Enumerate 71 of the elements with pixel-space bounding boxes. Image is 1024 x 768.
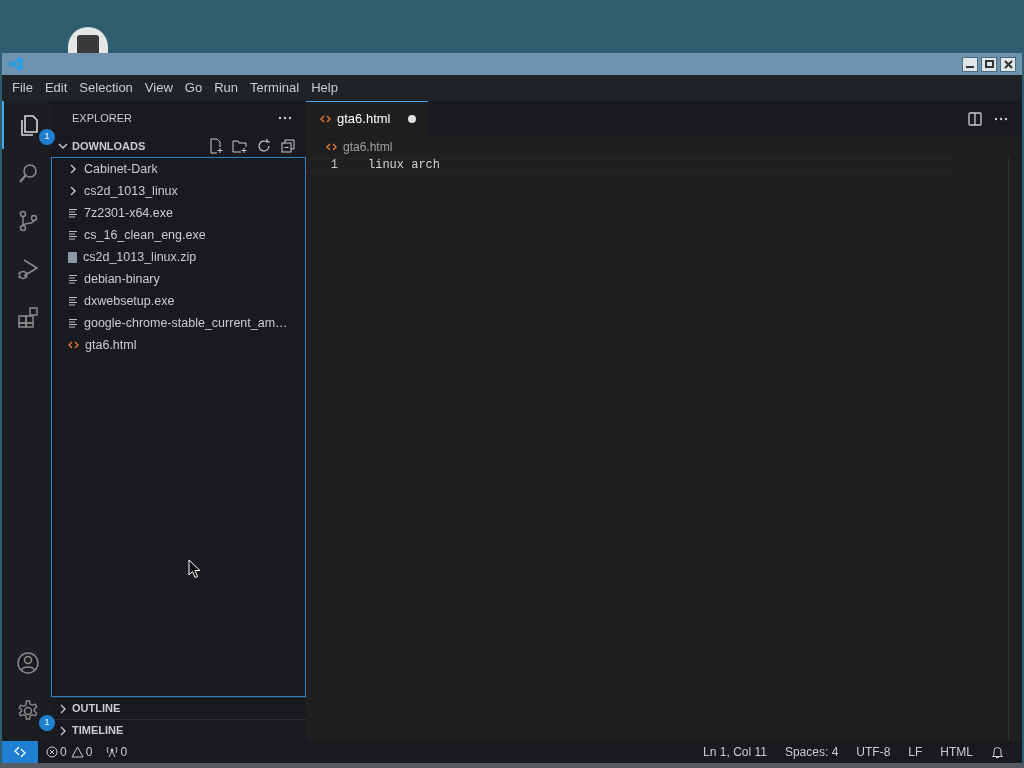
mouse-pointer-icon <box>188 559 201 579</box>
refresh-icon[interactable] <box>256 138 272 154</box>
line-number: 1 <box>329 157 339 174</box>
menu-item[interactable]: Run <box>208 78 244 98</box>
sidebar-title: EXPLORER <box>72 110 132 126</box>
section-header[interactable]: OUTLINE <box>72 700 121 717</box>
chevron-right-icon[interactable] <box>58 725 68 736</box>
file-tree-item[interactable]: gta6.html <box>85 335 137 355</box>
file-tree-item[interactable]: cs_16_clean_eng.exe <box>84 225 206 245</box>
status-item[interactable]: UTF-8 <box>856 743 891 761</box>
code-line: linux arch <box>367 157 440 174</box>
editor-tab[interactable]: gta6.html <box>306 101 429 136</box>
account-icon[interactable] <box>16 651 40 675</box>
menu-item[interactable]: Edit <box>38 78 74 98</box>
ports-button[interactable]: 0 <box>106 743 128 761</box>
chevron-right-icon[interactable] <box>68 164 78 174</box>
file-tree-item[interactable]: dxwebsetup.exe <box>84 291 175 311</box>
problems-button[interactable]: 0 0 <box>46 743 93 761</box>
new-folder-icon[interactable] <box>232 138 248 154</box>
menu-item[interactable]: View <box>138 78 179 98</box>
file-tree-item[interactable]: google-chrome-stable_current_am… <box>84 313 288 333</box>
collapse-all-icon[interactable] <box>280 138 296 154</box>
maximize-button[interactable] <box>981 56 997 72</box>
menu-item[interactable]: Selection <box>73 78 139 98</box>
menu-item[interactable]: File <box>6 78 39 98</box>
code-file-icon <box>68 341 79 349</box>
file-tree-item[interactable]: debian-binary <box>84 269 160 289</box>
remote-icon <box>14 746 26 758</box>
search-icon[interactable] <box>16 161 40 185</box>
extensions-icon[interactable] <box>16 305 40 329</box>
file-tree-item[interactable]: cs2d_1013_linux <box>84 181 178 201</box>
menu-item[interactable]: Terminal <box>244 78 306 98</box>
bell-icon[interactable] <box>991 745 1004 759</box>
minimize-button[interactable] <box>962 56 978 72</box>
menu-item[interactable]: Help <box>305 78 344 98</box>
text-file-icon <box>68 208 78 218</box>
archive-file-icon <box>68 251 77 263</box>
chevron-right-icon[interactable] <box>68 186 78 196</box>
chevron-right-icon[interactable] <box>58 703 68 714</box>
section-header[interactable]: DOWNLOADS <box>72 137 146 155</box>
chevron-down-icon[interactable] <box>58 141 68 151</box>
menu-item[interactable]: Go <box>178 78 209 98</box>
run-debug-icon[interactable] <box>16 257 40 281</box>
status-item[interactable]: LF <box>908 743 923 761</box>
more-actions-icon[interactable] <box>994 116 1008 121</box>
broadcast-icon <box>106 746 119 758</box>
warning-icon <box>70 746 84 758</box>
status-item[interactable]: HTML <box>940 743 973 761</box>
file-tree-item[interactable]: 7z2301-x64.exe <box>84 203 173 223</box>
code-file-icon <box>326 143 337 151</box>
close-button[interactable] <box>1000 56 1016 72</box>
text-file-icon <box>68 230 78 240</box>
gear-icon[interactable] <box>16 699 40 723</box>
desktop-app-icon[interactable] <box>68 27 108 53</box>
file-tree-item[interactable]: cs2d_1013_linux.zip <box>83 247 197 267</box>
status-item[interactable]: Ln 1, Col 11 <box>703 743 767 761</box>
notification-badge: 1 <box>39 129 55 145</box>
status-item[interactable]: Spaces: 4 <box>784 743 839 761</box>
new-file-icon[interactable] <box>208 138 224 154</box>
app-logo-icon <box>8 56 24 72</box>
more-actions-icon[interactable] <box>278 116 292 120</box>
file-tree-item[interactable]: Cabinet-Dark <box>84 159 158 179</box>
code-file-icon <box>320 115 331 123</box>
split-editor-icon[interactable] <box>968 111 982 126</box>
breadcrumb[interactable]: gta6.html <box>343 138 393 156</box>
text-file-icon <box>68 318 78 328</box>
notification-badge: 1 <box>39 715 55 731</box>
section-header[interactable]: TIMELINE <box>72 722 124 739</box>
text-file-icon <box>68 296 78 306</box>
text-file-icon <box>68 274 78 284</box>
error-icon <box>46 746 58 758</box>
